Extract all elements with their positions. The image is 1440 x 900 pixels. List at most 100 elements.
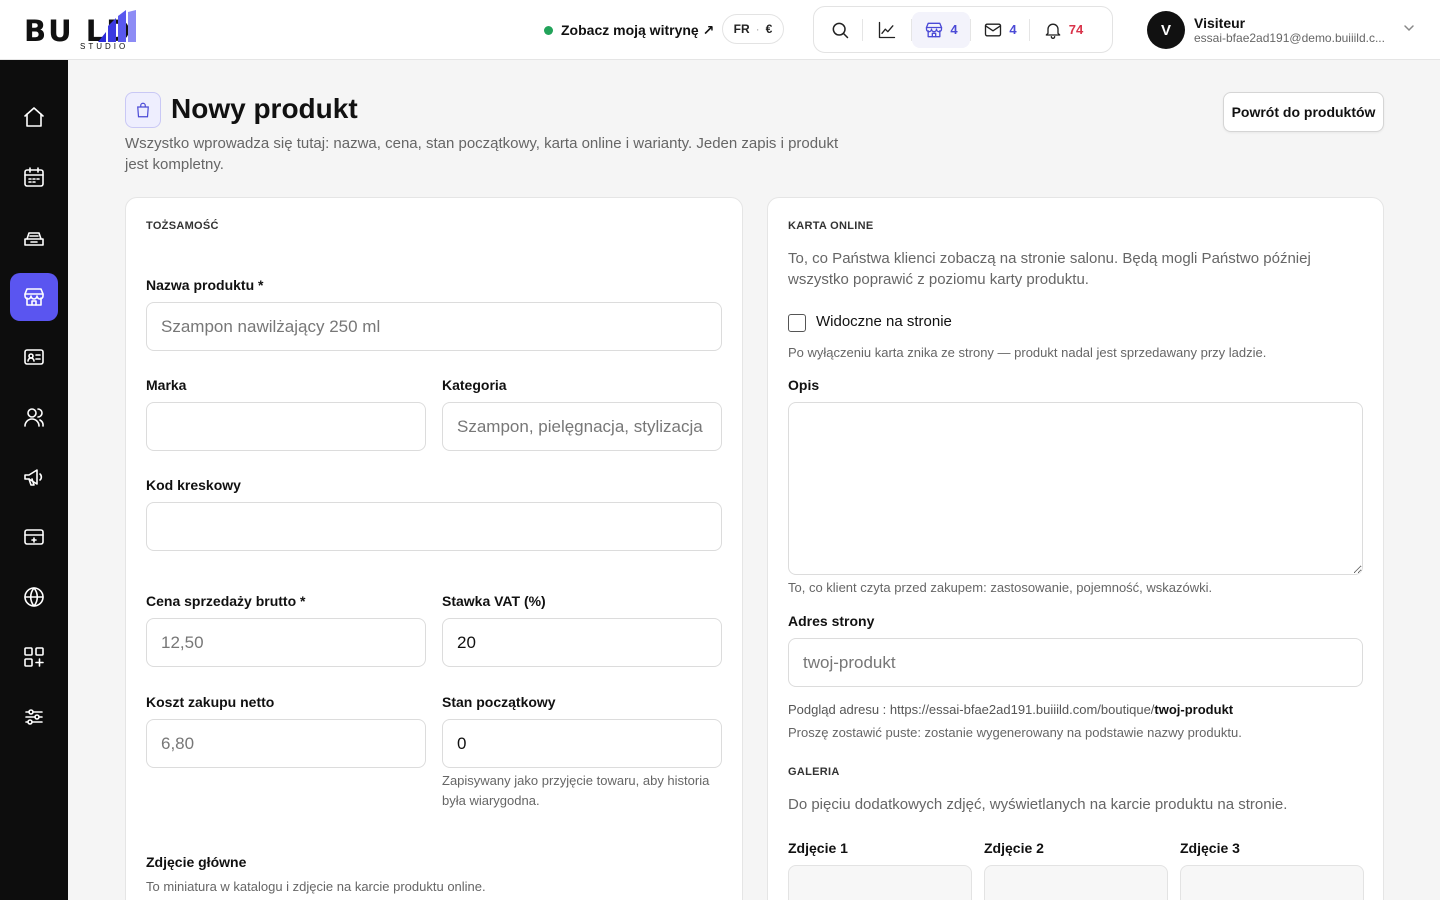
sidebar-item-marketing[interactable] [10,453,58,501]
sidebar-item-settings[interactable] [10,693,58,741]
purchase-cost-input[interactable] [146,719,426,768]
toolbar: 4 4 74 [813,6,1113,53]
store-icon [926,22,943,37]
logo[interactable]: BU LD STUDIO [24,8,184,52]
messages-button[interactable]: 4 [971,12,1029,48]
megaphone-icon [24,469,43,486]
category-input[interactable] [442,402,722,451]
globe-icon [24,587,44,607]
gallery-photo-label: Zdjęcie 2 [984,840,1044,856]
search-icon [832,22,849,38]
logo-bars-icon [98,10,136,42]
purchase-cost-label: Koszt zakupu netto [146,694,275,710]
user-email: essai-bfae2ad191@demo.buiiild.c... [1194,31,1385,45]
product-name-input[interactable] [146,302,722,351]
online-intro: To, co Państwa klienci zobaczą na stroni… [788,250,1311,288]
stats-button[interactable] [863,12,911,48]
search-button[interactable] [818,12,862,48]
currency-symbol: € [765,22,773,36]
shop-count-badge: 4 [950,22,958,37]
view-site-link[interactable]: Zobacz moją witrynę ↗ [544,20,714,40]
sidebar [0,60,68,900]
gallery-photo-slot[interactable] [1180,865,1364,900]
gallery-photo-label: Zdjęcie 1 [788,840,848,856]
barcode-input[interactable] [146,502,722,551]
brand-input[interactable] [146,402,426,451]
apps-add-icon [24,647,44,667]
sliders-icon [25,709,43,725]
main-photo-hint: To miniatura w katalogu i zdjęcie na kar… [146,879,486,894]
page-subtitle: Wszystko wprowadza się tutaj: nazwa, cen… [125,135,839,173]
visible-on-site-checkbox[interactable] [788,314,806,332]
url-preview: Podgląd adresu : https://essai-bfae2ad19… [788,700,1233,720]
description-label: Opis [788,377,820,393]
notification-count-badge: 74 [1068,22,1084,37]
user-name: Visiteur [1194,15,1246,31]
home-icon [24,107,44,127]
back-to-products-button[interactable]: Powrót do produktów [1223,92,1384,132]
initial-stock-hint: Zapisywany jako przyjęcie towaru, aby hi… [442,773,710,808]
sidebar-item-register[interactable] [10,213,58,261]
gallery-intro: Do pięciu dodatkowych zdjęć, wyświetlany… [788,796,1288,813]
gallery-photo-slot[interactable] [984,865,1168,900]
visible-on-site-label[interactable]: Widoczne na stronie [816,313,952,330]
sidebar-item-shop[interactable] [10,273,58,321]
language-currency-selector[interactable]: FR · € [722,14,784,44]
sidebar-item-apps[interactable] [10,633,58,681]
section-title-gallery: GALERIA [788,766,840,778]
cash-register-icon [24,232,44,246]
page-url-hint: Proszę zostawić puste: zostanie wygenero… [788,725,1242,740]
main-photo-label: Zdjęcie główne [146,854,247,870]
url-preview-prefix: Podgląd adresu : https://essai-bfae2ad19… [788,702,1155,717]
gallery-photo-slot[interactable] [788,865,972,900]
user-info: Visiteur essai-bfae2ad191@demo.buiiild.c… [1194,15,1389,45]
notifications-button[interactable]: 74 [1030,12,1096,48]
online-status-dot [544,25,553,35]
separator-dot: · [755,22,760,36]
initial-stock-label: Stan początkowy [442,694,556,710]
user-menu[interactable]: V Visiteur essai-bfae2ad191@demo.buiiild… [1147,10,1417,50]
initial-stock-input[interactable] [442,719,722,768]
avatar: V [1147,11,1185,49]
users-icon [24,408,44,427]
online-card: KARTA ONLINE To, co Państwa klienci zoba… [767,197,1384,900]
sale-price-label: Cena sprzedaży brutto * [146,593,306,609]
language-code: FR [733,22,750,36]
description-textarea[interactable] [788,402,1363,575]
description-hint: To, co klient czyta przed zakupem: zasto… [788,580,1213,595]
sidebar-item-website[interactable] [10,573,58,621]
logo-subtitle: STUDIO [80,42,129,51]
page-url-input[interactable] [788,638,1363,687]
category-label: Kategoria [442,377,507,393]
section-title-identity: TOŻSAMOŚĆ [146,220,219,232]
mail-count-badge: 4 [1009,22,1017,37]
product-name-label: Nazwa produktu * [146,277,264,293]
shop-icon [24,288,44,306]
bell-icon [1045,23,1061,39]
visible-on-site-hint: Po wyłączeniu karta znika ze strony — pr… [788,345,1267,360]
top-bar: BU LD STUDIO Zobacz moją witrynę ↗ FR · … [0,0,1440,60]
page-icon [125,92,161,128]
page-title: Nowy produkt [171,93,358,124]
barcode-label: Kod kreskowy [146,477,241,493]
vat-rate-label: Stawka VAT (%) [442,593,546,609]
identity-card: TOŻSAMOŚĆ Nazwa produktu * Marka Kategor… [125,197,743,900]
sidebar-item-payments[interactable] [10,513,58,561]
vat-rate-input[interactable] [442,618,722,667]
page-url-label: Adres strony [788,613,875,629]
payment-card-icon [24,529,44,545]
sidebar-item-calendar[interactable] [10,153,58,201]
brand-label: Marka [146,377,187,393]
shopping-bag-icon [137,102,149,118]
sidebar-item-contacts[interactable] [10,333,58,381]
mail-icon [985,23,1002,36]
url-preview-slug: twoj-produkt [1154,702,1234,717]
view-site-label: Zobacz moją witrynę ↗ [561,21,715,38]
chart-line-icon [878,21,896,38]
sidebar-item-home[interactable] [10,93,58,141]
sidebar-item-clients[interactable] [10,393,58,441]
gallery-photo-label: Zdjęcie 3 [1180,840,1240,856]
shop-orders-button[interactable]: 4 [912,11,970,48]
sale-price-input[interactable] [146,618,426,667]
calendar-icon [24,167,44,187]
